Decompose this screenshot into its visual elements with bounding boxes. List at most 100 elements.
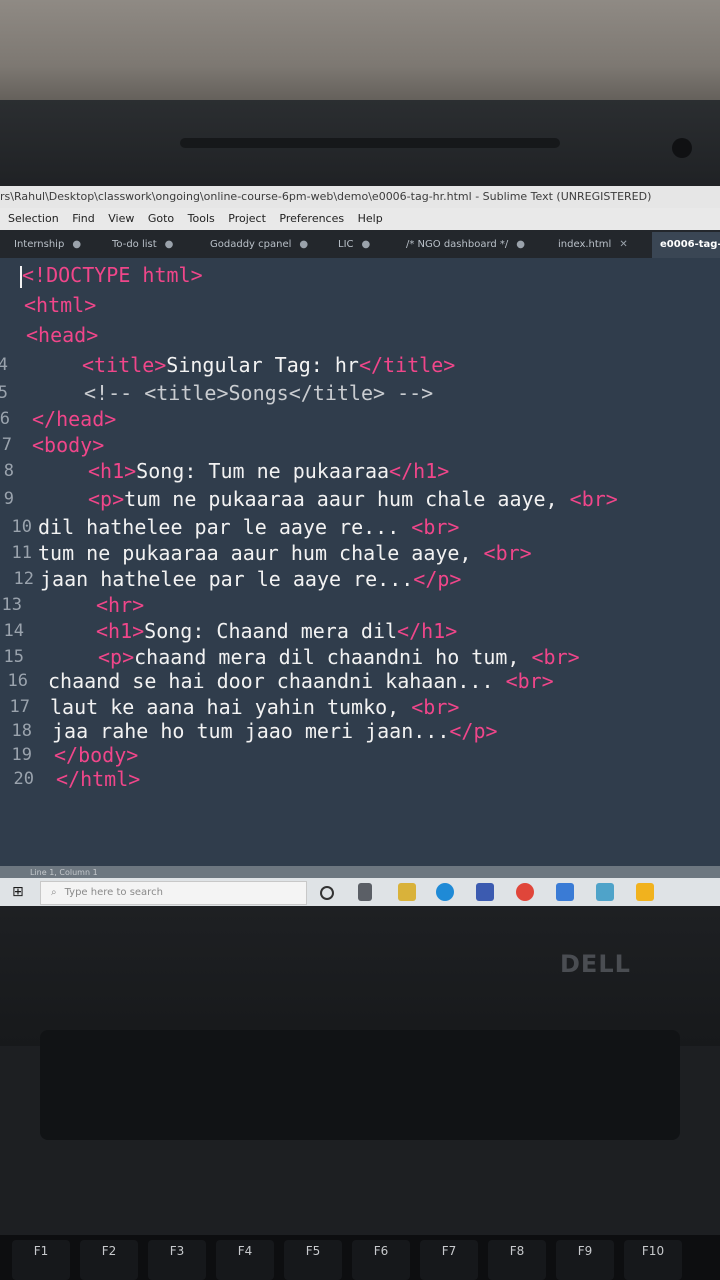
code-line[interactable]: <p>tum ne pukaaraa aaur hum chale aaye, … xyxy=(88,486,618,512)
code-token: Song: Chaand mera dil xyxy=(144,619,398,643)
key-f6[interactable]: F6 xyxy=(352,1240,410,1280)
key-f3[interactable]: F3 xyxy=(148,1240,206,1280)
menu-selection[interactable]: Selection xyxy=(8,212,59,225)
code-token: <html> xyxy=(24,293,97,317)
menu-project[interactable]: Project xyxy=(228,212,266,225)
code-line[interactable]: <!-- <title>Songs</title> --> xyxy=(84,380,433,406)
key-f8[interactable]: F8 xyxy=(488,1240,546,1280)
unsaved-dot-icon: ● xyxy=(164,239,174,250)
code-token: <br> xyxy=(531,645,580,669)
store-icon[interactable] xyxy=(476,883,494,901)
code-line[interactable]: <hr> xyxy=(96,592,144,618)
code-line[interactable]: <body> xyxy=(32,432,104,458)
line-number: 7 xyxy=(1,435,12,455)
tab-lic[interactable]: LIC ● xyxy=(338,232,370,258)
key-f5[interactable]: F5 xyxy=(284,1240,342,1280)
code-token: <br> xyxy=(483,541,532,565)
code-token: </p> xyxy=(449,719,498,743)
code-line[interactable]: <h1>Song: Tum ne pukaaraa</h1> xyxy=(88,458,449,484)
tab-label: Internship xyxy=(14,239,65,250)
menu-bar: Selection Find View Goto Tools Project P… xyxy=(0,208,720,230)
code-line[interactable]: <!DOCTYPE html> xyxy=(20,262,203,288)
code-token: tum ne pukaaraa aaur hum chale aaye, xyxy=(38,541,484,565)
line-number xyxy=(0,322,18,348)
code-line[interactable]: <title>Singular Tag: hr</title> xyxy=(82,352,455,378)
background-wall xyxy=(0,0,720,110)
tab-label: Godaddy cpanel xyxy=(210,239,292,250)
key-f10[interactable]: F10 xyxy=(624,1240,682,1280)
key-f1[interactable]: F1 xyxy=(12,1240,70,1280)
code-token: </h1> xyxy=(397,619,458,643)
code-token: jaa rahe ho tum jaao meri jaan... xyxy=(52,719,450,743)
code-token: jaan hathelee par le aaye re... xyxy=(40,567,414,591)
code-token: </html> xyxy=(56,767,141,791)
unsaved-dot-icon: ● xyxy=(361,239,371,250)
cortana-icon[interactable] xyxy=(320,886,334,900)
code-token: chaand se hai door chaandni kahaan... xyxy=(48,669,506,693)
status-text: Line 1, Column 1 xyxy=(30,868,98,877)
code-line[interactable]: jaan hathelee par le aaye re...</p> xyxy=(40,566,461,592)
line-number: 16 xyxy=(7,671,28,691)
code-line[interactable]: <h1>Song: Chaand mera dil</h1> xyxy=(96,618,457,644)
code-token: Singular Tag: hr xyxy=(166,353,359,377)
line-number xyxy=(0,262,18,288)
tab-label: e0006-tag-h xyxy=(660,239,720,250)
line-number: 13 xyxy=(1,595,22,615)
menu-goto[interactable]: Goto xyxy=(148,212,174,225)
tab-index-html[interactable]: index.html ✕ xyxy=(558,232,628,258)
key-f4[interactable]: F4 xyxy=(216,1240,274,1280)
code-line[interactable]: chaand se hai door chaandni kahaan... <b… xyxy=(48,668,554,694)
key-f7[interactable]: F7 xyxy=(420,1240,478,1280)
code-line[interactable]: dil hathelee par le aaye re... <br> xyxy=(38,514,459,540)
code-line[interactable]: </html> xyxy=(56,766,140,792)
menu-help[interactable]: Help xyxy=(358,212,383,225)
key-f2[interactable]: F2 xyxy=(80,1240,138,1280)
menu-preferences[interactable]: Preferences xyxy=(279,212,344,225)
code-line[interactable]: <html> xyxy=(24,292,96,318)
code-line[interactable]: <head> xyxy=(26,322,98,348)
code-token: <!DOCTYPE xyxy=(22,263,131,287)
line-number: 9 xyxy=(3,489,14,509)
code-token: </body> xyxy=(54,743,139,767)
unsaved-dot-icon: ● xyxy=(72,239,82,250)
tab-label: LIC xyxy=(338,239,354,250)
dell-logo: DELL xyxy=(560,950,631,978)
task-view-icon[interactable] xyxy=(358,883,372,901)
code-line[interactable]: </body> xyxy=(54,742,138,768)
tab-todo-list[interactable]: To-do list ● xyxy=(112,232,173,258)
key-f9[interactable]: F9 xyxy=(556,1240,614,1280)
code-line[interactable]: tum ne pukaaraa aaur hum chale aaye, <br… xyxy=(38,540,532,566)
line-number: 4 xyxy=(0,355,8,375)
windows-start-icon[interactable]: ⊞ xyxy=(12,884,28,900)
code-line[interactable]: laut ke aana hai yahin tumko, <br> xyxy=(50,694,459,720)
taskbar-search-box[interactable]: ⌕ Type here to search xyxy=(40,881,307,905)
code-token: </h1> xyxy=(389,459,450,483)
file-explorer-icon[interactable] xyxy=(398,883,416,901)
tab-godaddy-cpanel[interactable]: Godaddy cpanel ● xyxy=(210,232,308,258)
tab-ngo-dashboard[interactable]: /* NGO dashboard */ ● xyxy=(406,232,525,258)
sublime-text-icon[interactable] xyxy=(636,883,654,901)
menu-view[interactable]: View xyxy=(108,212,134,225)
line-number: 11 xyxy=(11,543,32,563)
mail-icon[interactable] xyxy=(556,883,574,901)
code-line[interactable]: </head> xyxy=(32,406,116,432)
code-token: <h1> xyxy=(96,619,145,643)
menu-find[interactable]: Find xyxy=(72,212,95,225)
tab-e0006-tag-hr[interactable]: e0006-tag-h xyxy=(652,232,720,258)
code-token: dil hathelee par le aaye re... xyxy=(38,515,412,539)
code-token: tum ne pukaaraa aaur hum chale aaye, xyxy=(124,487,570,511)
code-line[interactable]: <p>chaand mera dil chaandni ho tum, <br> xyxy=(98,644,580,670)
tab-internship[interactable]: Internship ● xyxy=(14,232,81,258)
chrome-icon[interactable] xyxy=(516,883,534,901)
menu-tools[interactable]: Tools xyxy=(188,212,215,225)
close-icon[interactable]: ✕ xyxy=(619,239,627,250)
line-number: 12 xyxy=(13,569,34,589)
code-token: </p> xyxy=(413,567,462,591)
webcam-strip xyxy=(180,138,560,148)
app-icon[interactable] xyxy=(596,883,614,901)
code-editor[interactable]: <!DOCTYPE html> <html> <head> 4 <title>S… xyxy=(0,258,720,866)
code-token: <hr> xyxy=(96,593,145,617)
code-token: chaand mera dil chaandni ho tum, xyxy=(134,645,532,669)
edge-icon[interactable] xyxy=(436,883,454,901)
code-line[interactable]: jaa rahe ho tum jaao meri jaan...</p> xyxy=(52,718,498,744)
